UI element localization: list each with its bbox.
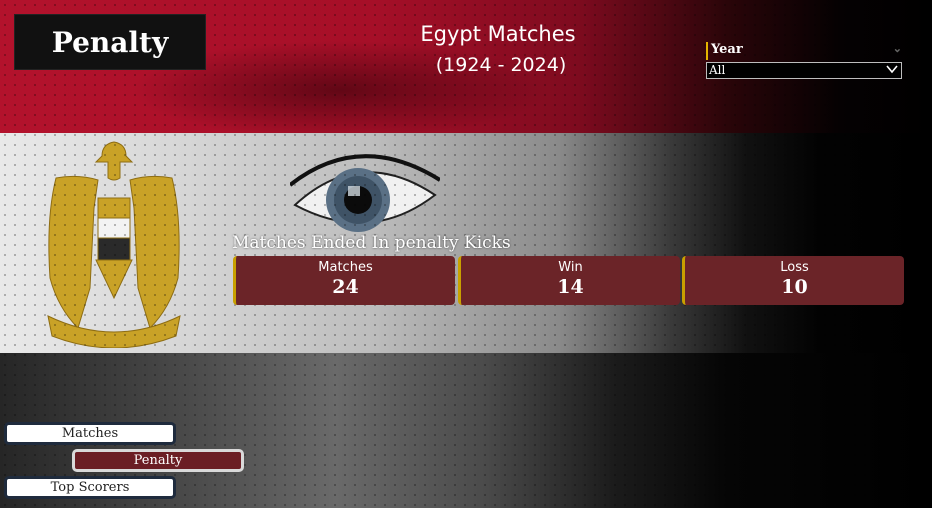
eye-image: [290, 154, 440, 232]
nav-matches-button[interactable]: Matches: [4, 422, 176, 445]
chevron-down-icon: [886, 65, 898, 74]
kpi-label: Loss: [780, 260, 809, 275]
year-slicer-label: Year: [711, 42, 743, 57]
report-title: Egypt Matches: [420, 22, 576, 46]
kpi-label: Win: [558, 260, 583, 275]
year-slicer-header[interactable]: Year ⌄: [706, 42, 902, 60]
report-subtitle: (1924 - 2024): [435, 54, 567, 76]
year-dropdown-value: All: [709, 63, 726, 77]
kpi-section-heading: Matches Ended In penalty Kicks: [232, 233, 511, 253]
kpi-card-win: Win 14: [458, 256, 680, 305]
kpi-value: 14: [557, 276, 584, 298]
kpi-label: Matches: [318, 260, 373, 275]
kpi-card-loss: Loss 10: [682, 256, 904, 305]
page-title: Penalty: [14, 14, 206, 70]
egypt-eagle-emblem-icon: [47, 141, 181, 348]
collapse-chevron-icon[interactable]: ⌄: [893, 42, 902, 55]
nav-penalty-button[interactable]: Penalty: [72, 449, 244, 472]
kpi-value: 10: [781, 276, 808, 298]
year-dropdown[interactable]: All: [706, 62, 902, 79]
nav-top-scorers-button[interactable]: Top Scorers: [4, 476, 176, 499]
kpi-value: 24: [332, 276, 359, 298]
kpi-card-matches: Matches 24: [233, 256, 455, 305]
